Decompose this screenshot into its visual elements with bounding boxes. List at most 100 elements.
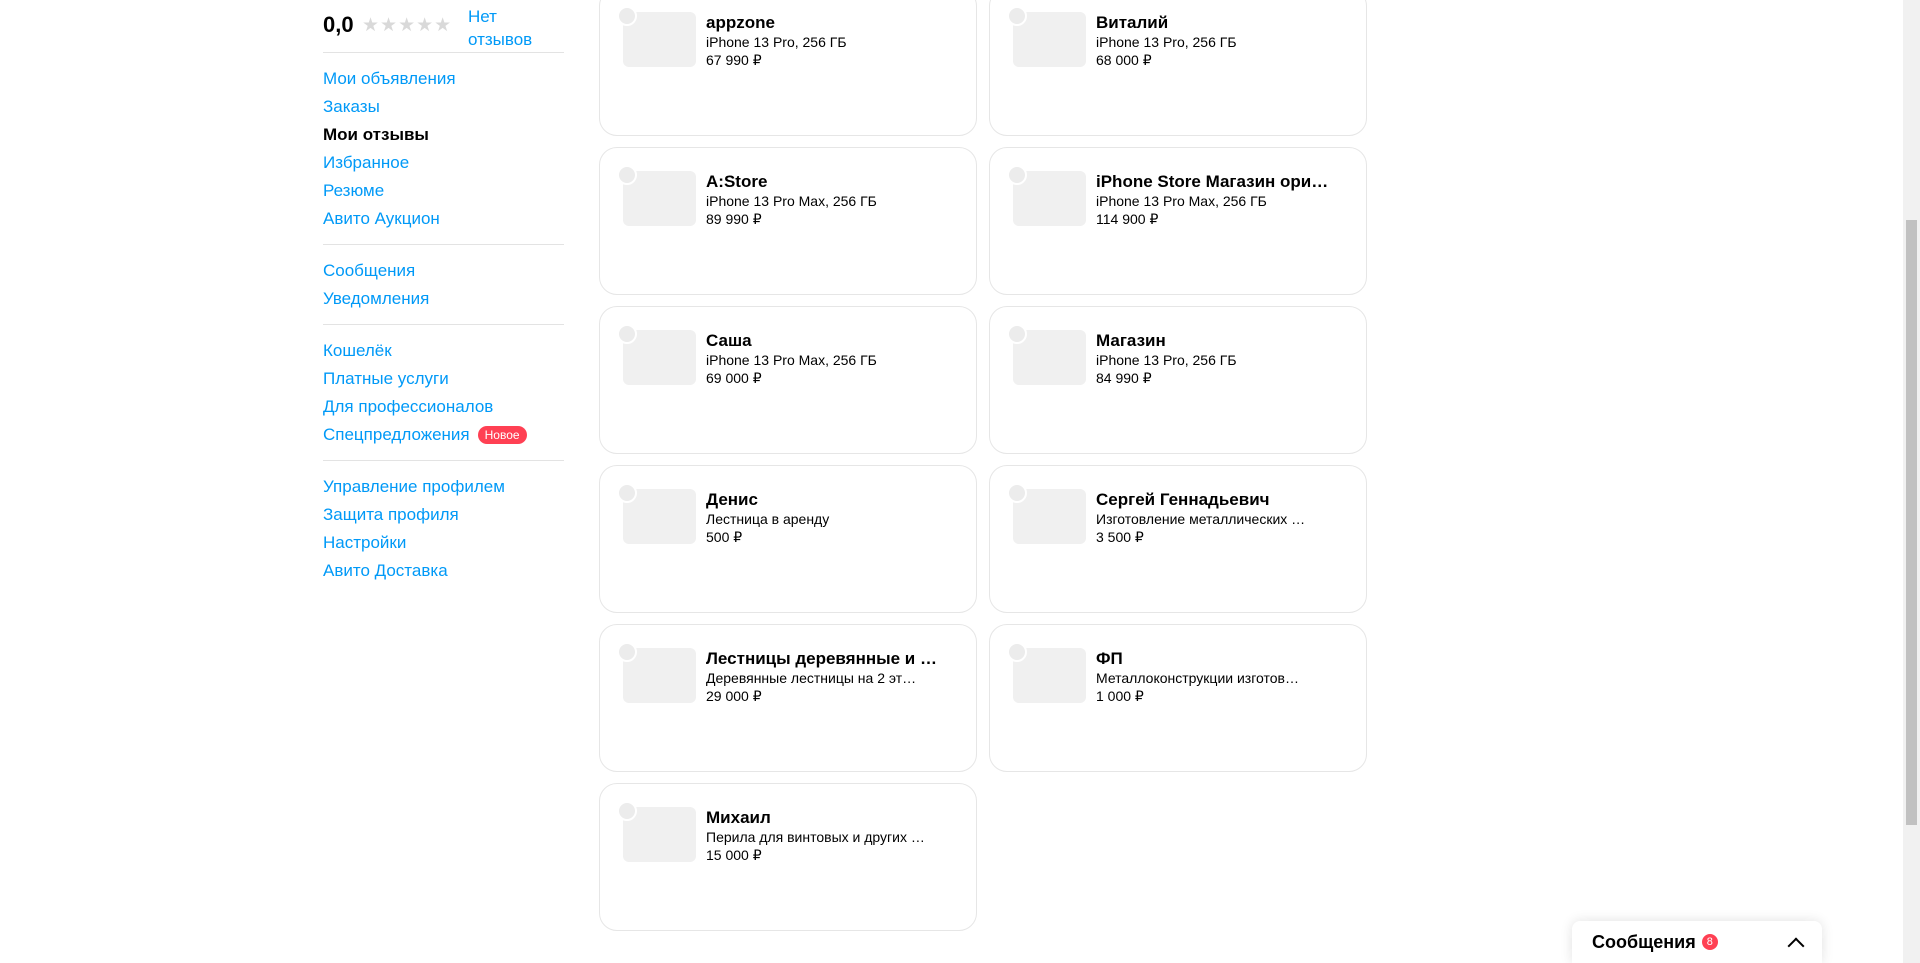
- item-description: iPhone 13 Pro Max, 256 ГБ: [706, 193, 877, 209]
- seller-name: Лестницы деревянные и …: [706, 649, 937, 668]
- seller-name: Магазин: [1096, 331, 1166, 350]
- review-card[interactable]: Михаил Перила для винтовых и других … 15 0…: [599, 783, 977, 931]
- sidebar-item[interactable]: Заказы: [323, 93, 564, 121]
- seller-avatar: [1007, 324, 1027, 344]
- sidebar-item-label: Авито Аукцион: [323, 209, 440, 228]
- sidebar-item[interactable]: Платные услуги: [323, 365, 564, 393]
- seller-name: Сергей Геннадьевич: [1096, 490, 1270, 509]
- seller-avatar: [1007, 165, 1027, 185]
- seller-avatar: [617, 801, 637, 821]
- sidebar-item[interactable]: Уведомления: [323, 285, 564, 313]
- item-description: iPhone 13 Pro, 256 ГБ: [706, 34, 847, 50]
- sidebar-nav-group: Сообщения Уведомления: [323, 245, 564, 324]
- sidebar-item-label: Мои объявления: [323, 69, 456, 88]
- sidebar-item[interactable]: Авито Доставка: [323, 557, 564, 585]
- review-card[interactable]: Сергей Геннадьевич Изготовление металличе…: [989, 465, 1367, 613]
- sidebar-item-label: Авито Доставка: [323, 561, 448, 580]
- sidebar-item[interactable]: Мои объявления: [323, 65, 564, 93]
- item-price: 1 000 ₽: [1096, 688, 1144, 704]
- item-description: Лестница в аренду: [706, 511, 830, 527]
- sidebar-item[interactable]: Для профессионалов: [323, 393, 564, 421]
- sidebar-nav: Мои объявления Заказы Мои отзывы Избранное Р…: [323, 53, 564, 596]
- seller-avatar: [617, 165, 637, 185]
- sidebar-item[interactable]: Настройки: [323, 529, 564, 557]
- sidebar-item-label: Управление профилем: [323, 477, 505, 496]
- sidebar-item[interactable]: Сообщения: [323, 257, 564, 285]
- item-price: 500 ₽: [706, 529, 743, 545]
- seller-avatar: [617, 483, 637, 503]
- sidebar-item[interactable]: Мои отзывы: [323, 121, 564, 149]
- item-description: Металлоконструкции изготов…: [1096, 670, 1299, 686]
- review-card[interactable]: ФП Металлоконструкции изготов… 1 000 ₽: [989, 624, 1367, 772]
- review-card[interactable]: Виталий iPhone 13 Pro, 256 ГБ 68 000 ₽: [989, 0, 1367, 136]
- review-card[interactable]: appzone iPhone 13 Pro, 256 ГБ 67 990 ₽: [599, 0, 977, 136]
- sidebar-item-label: Спецпредложения: [323, 425, 470, 444]
- sidebar-item-label: Кошелёк: [323, 341, 392, 360]
- sidebar-item[interactable]: Избранное: [323, 149, 564, 177]
- sidebar-item-label: Для профессионалов: [323, 397, 494, 416]
- review-card[interactable]: Лестницы деревянные и … Деревянные лестни…: [599, 624, 977, 772]
- sidebar-item[interactable]: Управление профилем: [323, 473, 564, 501]
- profile-sidebar: 0,0 ★★★★★ Нет отзывов Мои объявления Зака…: [323, 0, 564, 596]
- sidebar-item[interactable]: Резюме: [323, 177, 564, 205]
- page-scrollbar[interactable]: [1903, 0, 1920, 963]
- sidebar-nav-group: Кошелёк Платные услуги Для профессионалов С…: [323, 325, 564, 460]
- sidebar-item[interactable]: Кошелёк: [323, 337, 564, 365]
- rating-value: 0,0: [323, 12, 354, 37]
- item-price: 84 990 ₽: [1096, 370, 1152, 386]
- sidebar-nav-group: Управление профилем Защита профиля Настрой…: [323, 461, 564, 596]
- review-card[interactable]: Саша iPhone 13 Pro Max, 256 ГБ 69 000 ₽: [599, 306, 977, 454]
- seller-name: Саша: [706, 331, 752, 350]
- sidebar-item-label: Заказы: [323, 97, 380, 116]
- seller-avatar: [617, 6, 637, 26]
- sidebar-item-label: Избранное: [323, 153, 410, 172]
- seller-avatar: [617, 642, 637, 662]
- item-description: Изготовление металлических …: [1096, 511, 1306, 527]
- item-price: 89 990 ₽: [706, 211, 762, 227]
- item-description: iPhone 13 Pro, 256 ГБ: [1096, 34, 1237, 50]
- sidebar-item-label: Платные услуги: [323, 369, 449, 388]
- item-description: Деревянные лестницы на 2 эт…: [706, 670, 917, 686]
- sidebar-item-label: Защита профиля: [323, 505, 459, 524]
- no-reviews-link[interactable]: Нет отзывов: [468, 5, 548, 51]
- sidebar-item[interactable]: Защита профиля: [323, 501, 564, 529]
- item-description: iPhone 13 Pro, 256 ГБ: [1096, 352, 1237, 368]
- seller-name: appzone: [706, 13, 775, 32]
- seller-name: Виталий: [1096, 13, 1169, 32]
- review-card[interactable]: Денис Лестница в аренду 500 ₽: [599, 465, 977, 613]
- page: 0,0 ★★★★★ Нет отзывов Мои объявления Зака…: [0, 0, 1920, 963]
- rating-stars-icon: ★★★★★: [362, 15, 453, 36]
- chevron-up-icon[interactable]: [1787, 937, 1805, 954]
- sidebar-nav-group: Мои объявления Заказы Мои отзывы Избранное Р…: [323, 53, 564, 244]
- seller-avatar: [1007, 642, 1027, 662]
- item-price: 114 900 ₽: [1096, 211, 1159, 227]
- sidebar-item-label: Уведомления: [323, 289, 430, 308]
- messenger-widget[interactable]: Сообщения 8: [1572, 921, 1822, 963]
- item-description: Перила для винтовых и других …: [706, 829, 925, 845]
- sidebar-item-label: Мои отзывы: [323, 125, 429, 144]
- rating-summary: 0,0 ★★★★★ Нет отзывов: [323, 0, 564, 52]
- new-badge: Новое: [477, 426, 527, 444]
- seller-name: Михаил: [706, 808, 771, 827]
- sidebar-item[interactable]: Спецпредложения Новое: [323, 421, 564, 449]
- review-card[interactable]: A:Store iPhone 13 Pro Max, 256 ГБ 89 990 ₽: [599, 147, 977, 295]
- seller-name: A:Store: [706, 172, 768, 191]
- sidebar-item-label: Настройки: [323, 533, 407, 552]
- item-description: iPhone 13 Pro Max, 256 ГБ: [706, 352, 877, 368]
- item-price: 3 500 ₽: [1096, 529, 1144, 545]
- seller-name: Денис: [706, 490, 758, 509]
- sidebar-item-label: Резюме: [323, 181, 385, 200]
- seller-name: ФП: [1096, 649, 1123, 668]
- seller-avatar: [617, 324, 637, 344]
- sidebar-item[interactable]: Авито Аукцион: [323, 205, 564, 233]
- item-price: 67 990 ₽: [706, 52, 762, 68]
- seller-name: iPhone Store Магазин ори…: [1096, 172, 1329, 191]
- messenger-title: Сообщения: [1592, 931, 1696, 952]
- review-card[interactable]: iPhone Store Магазин ори… iPhone 13 Pro M…: [989, 147, 1367, 295]
- seller-avatar: [1007, 483, 1027, 503]
- item-price: 29 000 ₽: [706, 688, 762, 704]
- scrollbar-thumb[interactable]: [1906, 220, 1917, 825]
- review-card[interactable]: Магазин iPhone 13 Pro, 256 ГБ 84 990 ₽: [989, 306, 1367, 454]
- item-price: 68 000 ₽: [1096, 52, 1152, 68]
- item-description: iPhone 13 Pro Max, 256 ГБ: [1096, 193, 1267, 209]
